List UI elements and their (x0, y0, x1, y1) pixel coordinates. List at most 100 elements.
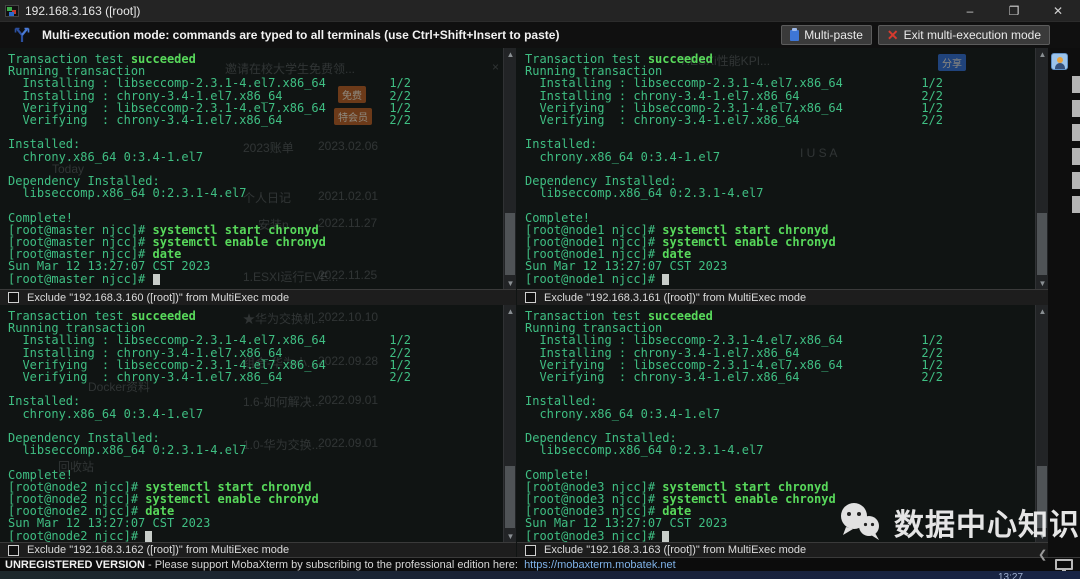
edge-tab-button (1072, 148, 1080, 165)
minimize-button[interactable]: – (948, 0, 992, 21)
terminal-grid: 邀请在校大学生免费领...×免费特会员2023账单2023.02.06Today… (0, 48, 1080, 557)
terminal-line: chrony.x86_64 0:3.4-1.el7 (525, 408, 1035, 420)
edge-tab-button (1072, 172, 1080, 189)
progress-fraction: 1/2 (389, 334, 411, 346)
terminal-line (525, 456, 1035, 468)
exclude-label[interactable]: Exclude "192.168.3.162 ([root])" from Mu… (27, 544, 289, 556)
scroll-thumb[interactable] (505, 466, 515, 528)
scrollbar[interactable]: ▲ ▼ (503, 48, 516, 289)
terminal-line: Installing : chrony-3.4-1.el7.x86_642/2 (8, 347, 503, 359)
terminal-line: Installing : chrony-3.4-1.el7.x86_642/2 (525, 90, 1035, 102)
edge-tab-button (1072, 196, 1080, 213)
progress-fraction: 1/2 (921, 334, 943, 346)
watermark: 数据中心知识 (838, 500, 1080, 544)
terminal-line: Verifying : chrony-3.4-1.el7.x86_642/2 (8, 114, 503, 126)
scroll-up-icon[interactable]: ▲ (504, 305, 517, 317)
terminal-line: [root@node2 njcc]# (8, 530, 503, 542)
scroll-down-icon[interactable]: ▼ (504, 277, 517, 289)
edge-tab-button (1072, 76, 1080, 93)
terminal-line: Sun Mar 12 13:27:07 CST 2023 (525, 260, 1035, 272)
exclude-checkbox[interactable] (8, 545, 19, 556)
scroll-thumb[interactable] (1037, 213, 1047, 275)
title-bar: 192.168.3.163 ([root]) – ❐ ✕ (0, 0, 1080, 21)
terminal-line: Installed: (8, 138, 503, 150)
terminal-line: libseccomp.x86_64 0:2.3.1-4.el7 (525, 444, 1035, 456)
terminal-output[interactable]: Transaction test succeededRunning transa… (0, 305, 516, 542)
terminal-output[interactable]: Transaction test succeededRunning transa… (517, 48, 1048, 289)
terminal-line: Installed: (525, 395, 1035, 407)
terminal-line: chrony.x86_64 0:3.4-1.el7 (8, 151, 503, 163)
red-x-icon: ✕ (887, 28, 899, 42)
terminal-line (8, 199, 503, 211)
scrollbar[interactable]: ▲ ▼ (503, 305, 516, 542)
exit-multi-exec-button[interactable]: ✕ Exit multi-execution mode (878, 25, 1050, 45)
terminal-line: Installing : chrony-3.4-1.el7.x86_642/2 (8, 90, 503, 102)
exclude-row: Exclude "192.168.3.161 ([root])" from Mu… (517, 289, 1048, 305)
edge-tab-button (1072, 100, 1080, 117)
exclude-label[interactable]: Exclude "192.168.3.163 ([root])" from Mu… (544, 544, 806, 556)
terminal-line: Verifying : chrony-3.4-1.el7.x86_642/2 (525, 371, 1035, 383)
terminal-line: [root@master njcc]# (8, 273, 503, 285)
multi-paste-button[interactable]: Multi-paste (781, 25, 872, 45)
avatar-icon (1051, 53, 1068, 70)
window-title: 192.168.3.163 ([root]) (25, 4, 140, 18)
scrollbar[interactable]: ▲ ▼ (1035, 48, 1048, 289)
terminal-line (8, 456, 503, 468)
terminal-line: Installing : libseccomp-2.3.1-4.el7.x86_… (525, 334, 1035, 346)
mobatek-link[interactable]: https://mobaxterm.mobatek.net (524, 559, 676, 571)
exclude-label[interactable]: Exclude "192.168.3.160 ([root])" from Mu… (27, 292, 289, 304)
terminal-line: libseccomp.x86_64 0:2.3.1-4.el7 (525, 187, 1035, 199)
scroll-thumb[interactable] (505, 213, 515, 275)
terminal-line: Complete! (8, 212, 503, 224)
terminal-line (525, 383, 1035, 395)
chevron-left-icon: ❮ (1038, 548, 1047, 561)
scroll-up-icon[interactable]: ▲ (504, 48, 517, 60)
terminal-line (8, 126, 503, 138)
progress-fraction: 2/2 (389, 347, 411, 359)
terminal-line: Installing : libseccomp-2.3.1-4.el7.x86_… (8, 334, 503, 346)
right-edge-strip: ❮ (1048, 48, 1080, 557)
multi-exec-message: Multi-execution mode: commands are typed… (42, 28, 559, 42)
terminal-pane-master: Transaction test succeededRunning transa… (0, 48, 516, 289)
terminal-line (525, 199, 1035, 211)
terminal-line: Installing : libseccomp-2.3.1-4.el7.x86_… (8, 77, 503, 89)
progress-fraction: 2/2 (921, 371, 943, 383)
close-button[interactable]: ✕ (1036, 0, 1080, 21)
terminal-line: Complete! (525, 212, 1035, 224)
terminal-cursor (153, 274, 160, 285)
restore-button[interactable]: ❐ (992, 0, 1036, 21)
scroll-down-icon[interactable]: ▼ (504, 530, 517, 542)
terminal-line: Installed: (8, 395, 503, 407)
terminal-line: chrony.x86_64 0:3.4-1.el7 (525, 151, 1035, 163)
terminal-line: libseccomp.x86_64 0:2.3.1-4.el7 (8, 444, 503, 456)
exclude-checkbox[interactable] (8, 292, 19, 303)
exclude-checkbox[interactable] (525, 292, 536, 303)
progress-fraction: 2/2 (389, 90, 411, 102)
app-icon (5, 5, 19, 17)
progress-fraction: 2/2 (389, 371, 411, 383)
terminal-line: Complete! (525, 469, 1035, 481)
terminal-line: Sun Mar 12 13:27:07 CST 2023 (8, 260, 503, 272)
progress-fraction: 1/2 (389, 77, 411, 89)
multi-exec-banner: Multi-execution mode: commands are typed… (0, 21, 1080, 48)
terminal-line: Installed: (525, 138, 1035, 150)
taskbar-clock: 13:27 (998, 572, 1023, 579)
terminal-pane-node1: Transaction test succeededRunning transa… (517, 48, 1048, 289)
mobaxterm-window: 192.168.3.163 ([root]) – ❐ ✕ Multi-execu… (0, 0, 1080, 579)
exclude-checkbox[interactable] (525, 545, 536, 556)
terminal-line: libseccomp.x86_64 0:2.3.1-4.el7 (8, 187, 503, 199)
wechat-icon (838, 502, 884, 542)
terminal-output[interactable]: Transaction test succeededRunning transa… (0, 48, 516, 289)
exclude-row: Exclude "192.168.3.162 ([root])" from Mu… (0, 542, 516, 557)
watermark-text: 数据中心知识 (894, 500, 1080, 544)
terminal-line: [root@node1 njcc]# (525, 273, 1035, 285)
progress-fraction: 2/2 (389, 114, 411, 126)
progress-fraction: 2/2 (921, 347, 943, 359)
clipboard-icon (790, 30, 799, 41)
status-message: - Please support MobaXterm by subscribin… (145, 559, 524, 571)
terminal-line: Verifying : chrony-3.4-1.el7.x86_642/2 (8, 371, 503, 383)
terminal-line: Complete! (8, 469, 503, 481)
exclude-label[interactable]: Exclude "192.168.3.161 ([root])" from Mu… (544, 292, 806, 304)
unregistered-version-label: UNREGISTERED VERSION (5, 559, 145, 571)
progress-fraction: 1/2 (921, 77, 943, 89)
